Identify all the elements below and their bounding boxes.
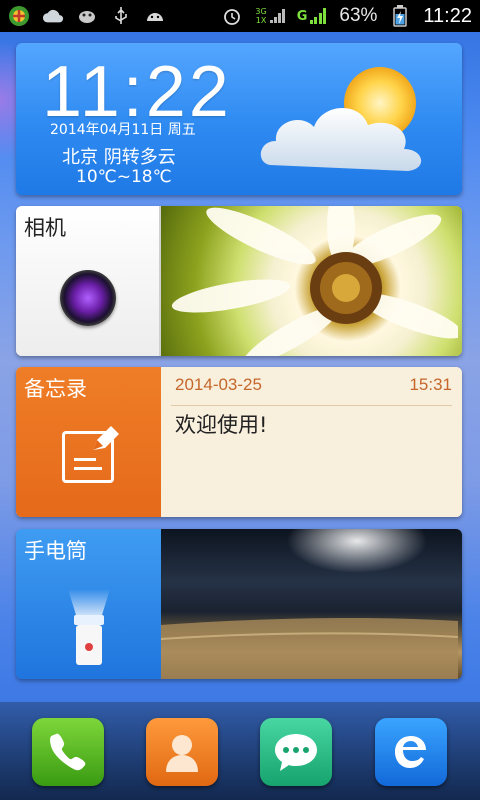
clock-date: 2014年04月11日 周五 bbox=[50, 122, 196, 138]
battery-percent: 63% bbox=[339, 5, 378, 26]
alarm-icon bbox=[221, 6, 243, 26]
memo-note[interactable]: 2014-03-25 15:31 欢迎使用! bbox=[161, 367, 462, 517]
app-badge-icon bbox=[8, 6, 30, 26]
dock-messages-button[interactable] bbox=[260, 718, 332, 786]
memo-time: 15:31 bbox=[409, 375, 452, 394]
camera-tile[interactable]: 相机 bbox=[16, 206, 161, 356]
memo-divider bbox=[171, 405, 452, 406]
camera-preview-image[interactable] bbox=[161, 206, 462, 356]
dock-contacts-button[interactable] bbox=[146, 718, 218, 786]
dock-phone-button[interactable] bbox=[32, 718, 104, 786]
android-icon bbox=[144, 6, 166, 26]
message-icon bbox=[275, 734, 317, 771]
daisy-photo bbox=[171, 206, 462, 356]
network-label-1x: 1X bbox=[255, 16, 267, 25]
flashlight-icon bbox=[68, 589, 110, 665]
network-3g-1x: 3G 1X bbox=[255, 7, 285, 25]
browser-icon bbox=[395, 736, 426, 768]
flashlight-tile[interactable]: 手电筒 bbox=[16, 529, 161, 679]
phone-icon bbox=[50, 733, 86, 771]
flashlight-widget[interactable]: 手电筒 bbox=[16, 529, 462, 679]
weather-city-condition: 北京 阴转多云 bbox=[62, 147, 176, 168]
memo-edit-icon bbox=[62, 426, 119, 483]
memo-tile[interactable]: 备忘录 bbox=[16, 367, 161, 517]
system-indicators: 3G 1X G 63% 11:22 bbox=[221, 5, 472, 28]
status-time: 11:22 bbox=[423, 4, 472, 27]
cloud-icon bbox=[42, 6, 64, 26]
signal-bars-icon bbox=[269, 9, 285, 23]
bird-icon bbox=[76, 6, 98, 26]
status-bar: 3G 1X G 63% 11:22 bbox=[0, 0, 480, 32]
memo-widget[interactable]: 备忘录 2014-03-25 15:31 欢迎使用! bbox=[16, 367, 462, 517]
camera-lens-icon bbox=[60, 270, 116, 326]
signal-icon: G bbox=[297, 7, 328, 25]
camera-label: 相机 bbox=[24, 216, 66, 240]
memo-content: 欢迎使用! bbox=[175, 413, 268, 437]
network-type: G bbox=[296, 8, 308, 24]
flashlight-label: 手电筒 bbox=[24, 539, 87, 563]
partly-cloudy-icon bbox=[260, 67, 422, 171]
usb-icon bbox=[110, 6, 132, 26]
dock-browser-button[interactable] bbox=[375, 718, 447, 786]
app-dock bbox=[0, 702, 480, 800]
clock-weather-widget[interactable]: 11:22 2014年04月11日 周五 北京 阴转多云 10℃~18℃ bbox=[16, 43, 462, 195]
notification-icons bbox=[8, 6, 166, 26]
network-label-3g: 3G bbox=[255, 7, 267, 16]
battery-charging-icon bbox=[389, 5, 411, 27]
memo-date: 2014-03-25 bbox=[175, 375, 262, 394]
weather-temperature: 10℃~18℃ bbox=[76, 167, 172, 187]
camera-widget[interactable]: 相机 bbox=[16, 206, 462, 356]
contacts-icon bbox=[166, 735, 198, 772]
flashlight-preview-image[interactable] bbox=[160, 529, 462, 679]
field-photo bbox=[160, 529, 459, 679]
memo-label: 备忘录 bbox=[24, 377, 87, 401]
